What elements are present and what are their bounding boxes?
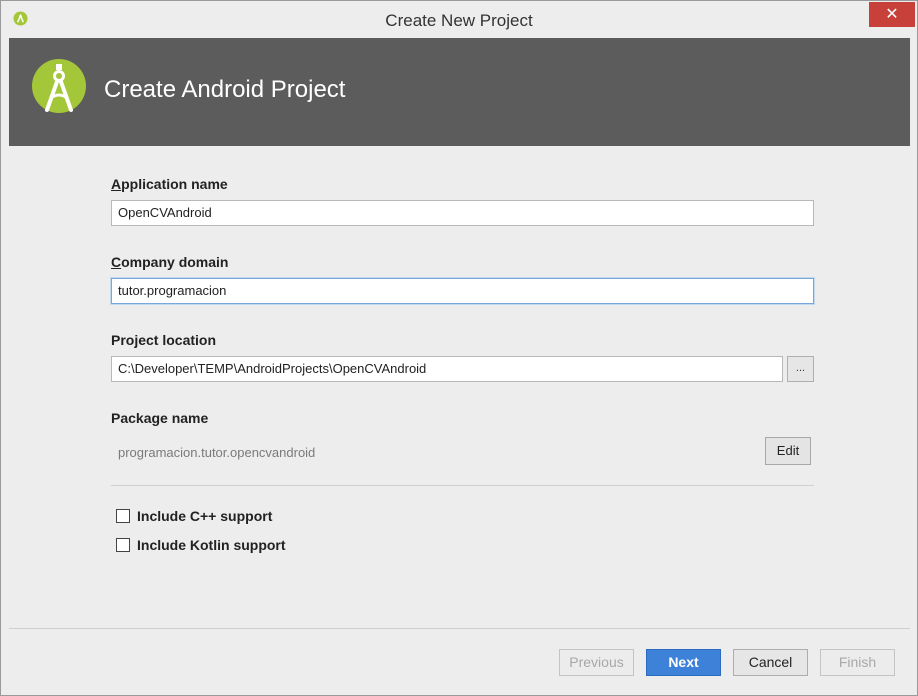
cpp-support-label: Include C++ support [137, 508, 273, 524]
package-name-value: programacion.tutor.opencvandroid [118, 445, 316, 460]
android-studio-logo-icon [32, 59, 86, 113]
project-location-label: Project location [111, 332, 217, 348]
project-location-input[interactable]: C:\Developer\TEMP\AndroidProjects\OpenCV… [111, 356, 783, 382]
page-title: Create Android Project [104, 76, 346, 103]
kotlin-support-option[interactable]: Include Kotlin support [116, 537, 286, 553]
edit-package-button[interactable]: Edit [765, 437, 811, 465]
title-bar: Create New Project ✕ [1, 1, 917, 38]
header-banner: Create Android Project [9, 38, 910, 146]
create-project-dialog: Create New Project ✕ Create Android Proj… [0, 0, 918, 696]
close-icon: ✕ [885, 6, 899, 23]
company-domain-input[interactable]: tutor.programacion [111, 278, 814, 304]
kotlin-support-label: Include Kotlin support [137, 537, 286, 553]
window-title: Create New Project [385, 11, 533, 30]
cpp-support-checkbox[interactable] [116, 509, 130, 523]
divider [111, 485, 814, 486]
cancel-button[interactable]: Cancel [733, 649, 808, 676]
next-button[interactable]: Next [646, 649, 721, 676]
dialog-footer: Previous Next Cancel Finish [9, 629, 910, 689]
kotlin-support-checkbox[interactable] [116, 538, 130, 552]
browse-location-button[interactable]: ... [787, 356, 814, 382]
close-button[interactable]: ✕ [869, 2, 915, 27]
cpp-support-option[interactable]: Include C++ support [116, 508, 272, 524]
app-name-label: Application name [111, 176, 228, 192]
form-area: Application name OpenCVAndroid Company d… [9, 146, 910, 628]
package-name-label: Package name [111, 410, 209, 426]
finish-button[interactable]: Finish [820, 649, 895, 676]
company-domain-label: Company domain [111, 254, 229, 270]
previous-button[interactable]: Previous [559, 649, 634, 676]
app-name-input[interactable]: OpenCVAndroid [111, 200, 814, 226]
